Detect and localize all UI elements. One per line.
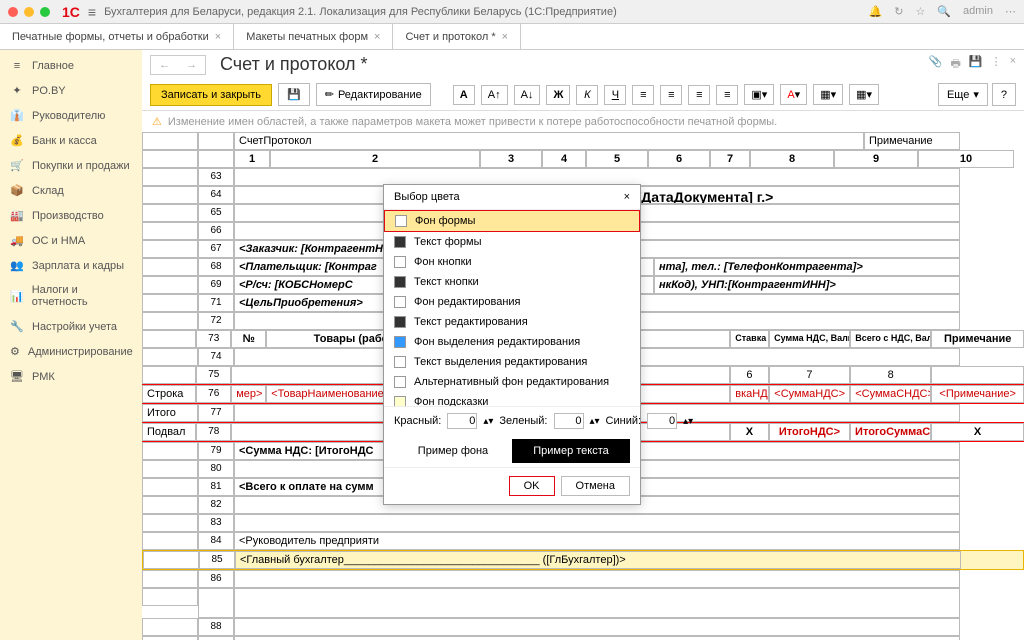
ok-button[interactable]: OK bbox=[509, 476, 555, 496]
wrench-icon: 🔧 bbox=[10, 320, 24, 333]
cart-icon: 🛒 bbox=[10, 159, 24, 172]
app-logo: 1C bbox=[62, 4, 80, 20]
menu-icon[interactable]: ⋯ bbox=[1005, 5, 1016, 18]
color-option-button-text[interactable]: Текст кнопки bbox=[384, 272, 640, 292]
red-input[interactable] bbox=[447, 413, 477, 429]
color-option-edit-bg[interactable]: Фон редактирования bbox=[384, 292, 640, 312]
save-close-button[interactable]: Записать и закрыть bbox=[150, 84, 272, 106]
warning-icon: ⚠ bbox=[152, 115, 162, 128]
sidebar-item-salary[interactable]: 👥Зарплата и кадры bbox=[0, 253, 142, 278]
sidebar-item-sales[interactable]: 🛒Покупки и продажи bbox=[0, 153, 142, 178]
close-icon[interactable]: × bbox=[502, 31, 508, 43]
star-icon: ✦ bbox=[10, 84, 24, 97]
document-tabs: Печатные формы, отчеты и обработки× Маке… bbox=[0, 24, 1024, 50]
history-icon[interactable]: ↻ bbox=[894, 5, 903, 18]
fill-color-button[interactable]: ▣▾ bbox=[744, 84, 774, 105]
dialog-close[interactable]: × bbox=[624, 191, 630, 203]
dialog-title: Выбор цвета bbox=[394, 191, 460, 203]
blue-input[interactable] bbox=[647, 413, 677, 429]
font-shrink-button[interactable]: A↓ bbox=[514, 85, 541, 105]
more-button[interactable]: Еще ▾ bbox=[938, 83, 988, 106]
green-input[interactable] bbox=[554, 413, 584, 429]
save-button[interactable]: 💾 bbox=[278, 83, 310, 106]
color-option-edit-text[interactable]: Текст редактирования bbox=[384, 312, 640, 332]
edit-mode-button[interactable]: ✏ Редактирование bbox=[316, 83, 431, 106]
close-icon[interactable]: × bbox=[1010, 55, 1016, 74]
sidebar-item-admin[interactable]: ⚙Администрирование bbox=[0, 339, 142, 364]
attach-icon[interactable]: 📎 bbox=[929, 55, 943, 74]
sidebar-item-bank[interactable]: 💰Банк и касса bbox=[0, 128, 142, 153]
more-icon[interactable]: ⋮ bbox=[991, 55, 1002, 74]
note-column: Примечание bbox=[864, 132, 960, 150]
menu-icon: ≡ bbox=[10, 60, 24, 72]
main-sidebar: ≡Главное ✦PO.BY 👔Руководителю 💰Банк и ка… bbox=[0, 50, 142, 640]
sidebar-item-warehouse[interactable]: 📦Склад bbox=[0, 178, 142, 203]
bank-icon: 💰 bbox=[10, 134, 24, 147]
italic-button[interactable]: К bbox=[576, 85, 598, 105]
document-title: Счет и протокол * bbox=[220, 54, 368, 75]
nav-back[interactable]: ← bbox=[151, 56, 178, 74]
search-icon[interactable]: 🔍 bbox=[937, 5, 951, 18]
borders-button[interactable]: ▦▾ bbox=[813, 84, 843, 105]
align-justify-button[interactable]: ≡ bbox=[716, 85, 738, 105]
factory-icon: 🏭 bbox=[10, 209, 24, 222]
save-icon[interactable]: 💾 bbox=[969, 55, 983, 74]
gear-icon: ⚙ bbox=[10, 345, 20, 358]
color-option-selection-bg[interactable]: Фон выделения редактирования bbox=[384, 332, 640, 352]
align-left-button[interactable]: ≡ bbox=[632, 85, 654, 105]
close-icon[interactable]: × bbox=[374, 31, 380, 43]
sheet-header: СчетПротокол bbox=[234, 132, 864, 150]
star-icon[interactable]: ☆ bbox=[915, 5, 925, 18]
color-option-button-bg[interactable]: Фон кнопки bbox=[384, 252, 640, 272]
example-bg: Пример фона bbox=[394, 439, 512, 463]
cancel-button[interactable]: Отмена bbox=[561, 476, 630, 496]
text-color-button[interactable]: A▾ bbox=[780, 84, 807, 105]
tab-invoice[interactable]: Счет и протокол *× bbox=[393, 24, 521, 49]
bold-button[interactable]: Ж bbox=[546, 85, 570, 105]
sidebar-item-assets[interactable]: 🚚ОС и НМА bbox=[0, 228, 142, 253]
sidebar-item-production[interactable]: 🏭Производство bbox=[0, 203, 142, 228]
nav-forward[interactable]: → bbox=[178, 56, 205, 74]
people-icon: 👥 bbox=[10, 259, 24, 272]
underline-button[interactable]: Ч bbox=[604, 85, 626, 105]
align-right-button[interactable]: ≡ bbox=[688, 85, 710, 105]
close-icon[interactable]: × bbox=[215, 31, 221, 43]
color-option-alt-edit-bg[interactable]: Альтернативный фон редактирования bbox=[384, 372, 640, 392]
manager-icon: 👔 bbox=[10, 109, 24, 122]
color-option-hint-bg[interactable]: Фон подсказки bbox=[384, 392, 640, 406]
user-label[interactable]: admin bbox=[963, 5, 993, 18]
window-maximize[interactable] bbox=[40, 7, 50, 17]
chart-icon: 📊 bbox=[10, 290, 24, 303]
color-option-form-text[interactable]: Текст формы bbox=[384, 232, 640, 252]
font-button[interactable]: A bbox=[453, 85, 475, 105]
warning-text: Изменение имен областей, а также парамет… bbox=[168, 116, 777, 128]
align-center-button[interactable]: ≡ bbox=[660, 85, 682, 105]
print-icon[interactable]: 🖶 bbox=[950, 55, 960, 74]
truck-icon: 🚚 bbox=[10, 234, 24, 247]
color-option-form-bg[interactable]: Фон формы bbox=[384, 210, 640, 232]
cells-button[interactable]: ▦▾ bbox=[849, 84, 879, 105]
tab-print-forms[interactable]: Печатные формы, отчеты и обработки× bbox=[0, 24, 234, 49]
box-icon: 📦 bbox=[10, 184, 24, 197]
help-button[interactable]: ? bbox=[992, 83, 1016, 106]
window-title: Бухгалтерия для Беларуси, редакция 2.1. … bbox=[104, 6, 868, 18]
window-close[interactable] bbox=[8, 7, 18, 17]
sidebar-item-manager[interactable]: 👔Руководителю bbox=[0, 103, 142, 128]
bell-icon[interactable]: 🔔 bbox=[869, 5, 883, 18]
color-picker-dialog: Выбор цвета × Фон формы Текст формы Фон … bbox=[383, 184, 641, 505]
window-minimize[interactable] bbox=[24, 7, 34, 17]
monitor-icon: 🖥 bbox=[10, 370, 24, 383]
sidebar-item-poby[interactable]: ✦PO.BY bbox=[0, 78, 142, 103]
color-option-selection-text[interactable]: Текст выделения редактирования bbox=[384, 352, 640, 372]
font-grow-button[interactable]: A↑ bbox=[481, 85, 508, 105]
selected-cell[interactable]: <Главный бухгалтер______________________… bbox=[235, 551, 961, 569]
tab-templates[interactable]: Макеты печатных форм× bbox=[234, 24, 393, 49]
sidebar-item-settings[interactable]: 🔧Настройки учета bbox=[0, 314, 142, 339]
sidebar-item-rmk[interactable]: 🖥РМК bbox=[0, 364, 142, 389]
example-text: Пример текста bbox=[512, 439, 630, 463]
sidebar-item-main[interactable]: ≡Главное bbox=[0, 54, 142, 78]
sidebar-item-taxes[interactable]: 📊Налоги и отчетность bbox=[0, 278, 142, 314]
